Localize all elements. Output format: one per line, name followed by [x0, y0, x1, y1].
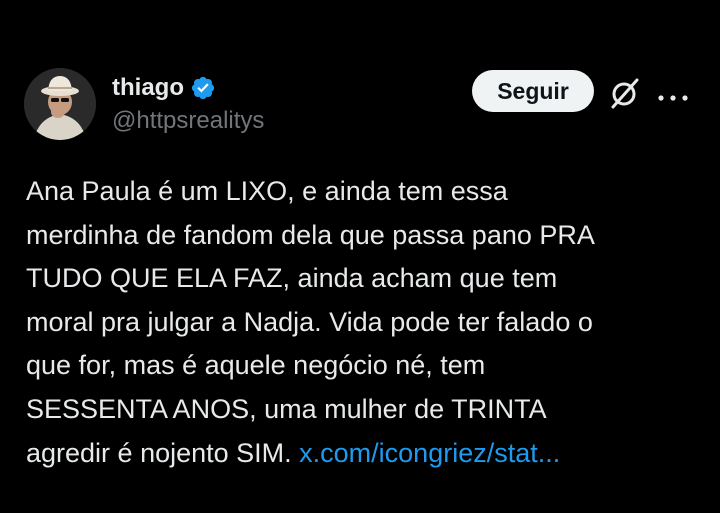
- avatar[interactable]: [24, 68, 96, 140]
- tweet-card: thiago @httpsrealitys Seguir Ana Paula é…: [0, 0, 720, 513]
- avatar-image: [24, 68, 96, 140]
- verified-badge-icon: [190, 75, 216, 101]
- user-handle[interactable]: @httpsrealitys: [112, 107, 264, 135]
- follow-button[interactable]: Seguir: [472, 70, 594, 112]
- tweet-line: merdinha de fandom dela que passa pano P…: [26, 219, 595, 250]
- tweet-line: SESSENTA ANOS, uma mulher de TRINTA: [26, 393, 547, 424]
- grok-slash-icon[interactable]: [608, 76, 642, 110]
- display-name[interactable]: thiago: [112, 74, 184, 102]
- tweet-line: que for, mas é aquele negócio né, tem: [26, 350, 486, 381]
- user-info: thiago @httpsrealitys: [112, 72, 264, 135]
- tweet-line-last: agredir é nojento SIM. x.com/icongriez/s…: [26, 432, 696, 476]
- name-row: thiago: [112, 72, 264, 104]
- more-horizontal-icon[interactable]: [656, 88, 690, 101]
- tweet-link[interactable]: x.com/icongriez/stat...: [299, 438, 560, 468]
- tweet-text: Ana Paula é um LIXO, e ainda tem essa me…: [26, 170, 696, 475]
- tweet-line: Ana Paula é um LIXO, e ainda tem essa: [26, 176, 508, 206]
- tweet-line-text: agredir é nojento SIM.: [26, 437, 300, 468]
- tweet-line: moral pra julgar a Nadja. Vida pode ter …: [26, 306, 593, 337]
- tweet-line: TUDO QUE ELA FAZ, ainda acham que tem: [26, 263, 558, 294]
